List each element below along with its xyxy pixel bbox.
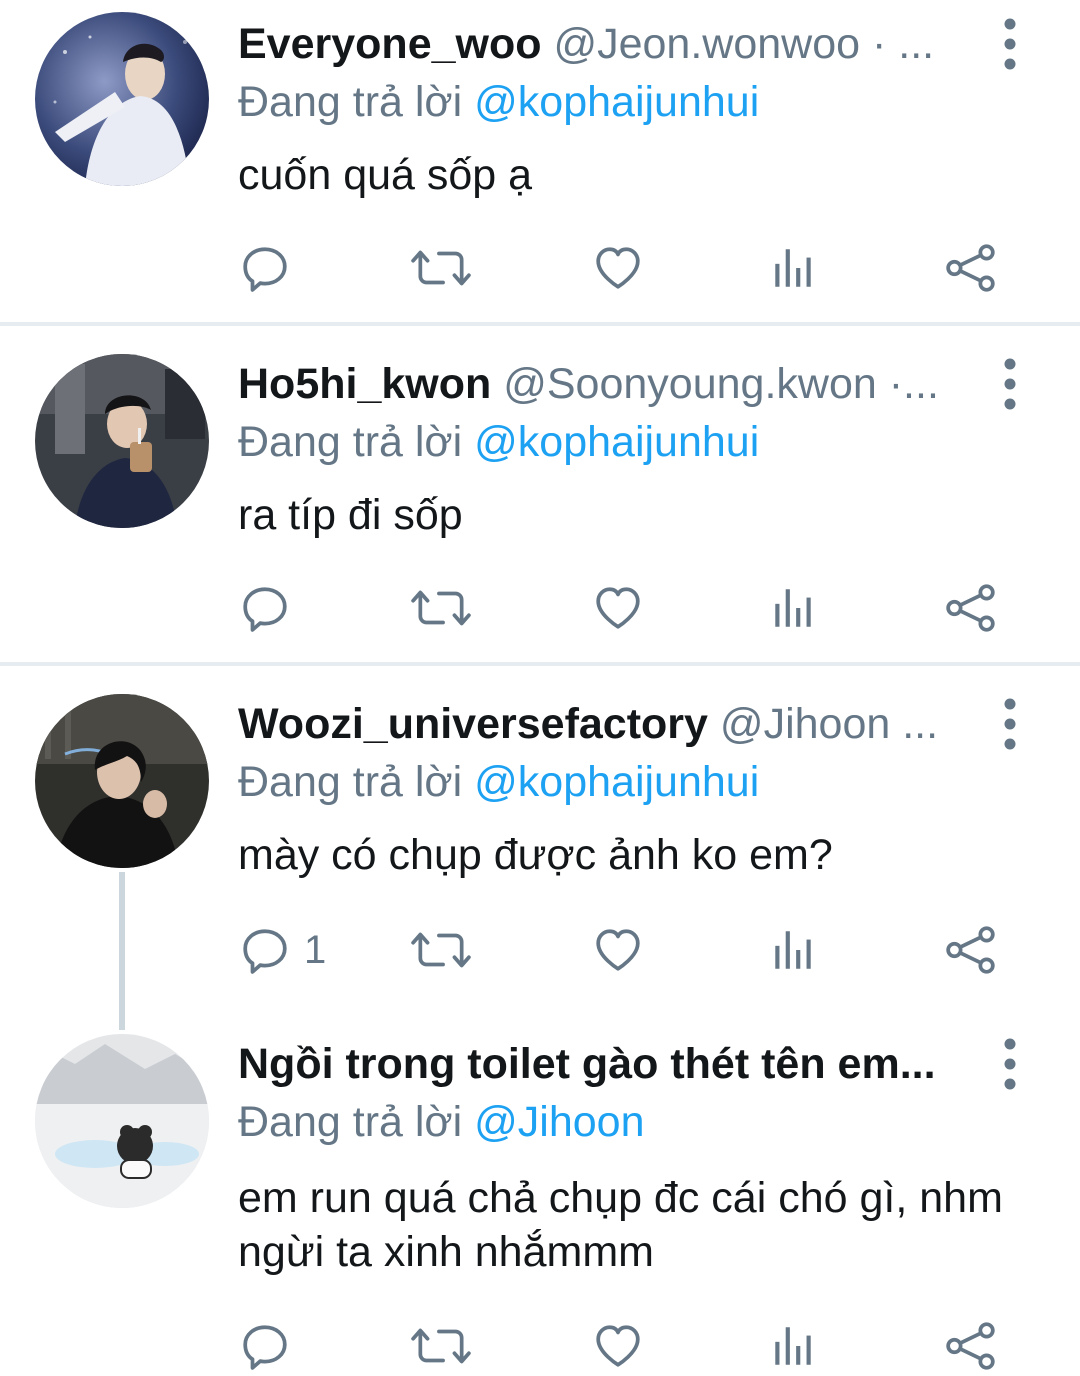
reply-button[interactable] xyxy=(240,1316,304,1376)
share-button[interactable] xyxy=(944,1316,998,1376)
more-vertical-icon xyxy=(995,14,1025,74)
share-button[interactable] xyxy=(944,578,998,638)
tweet[interactable]: Woozi_universefactory @Jihoon ... Đang t… xyxy=(0,666,1080,1006)
reply-icon xyxy=(240,583,290,633)
retweet-icon xyxy=(410,583,472,633)
avatar[interactable] xyxy=(35,694,209,868)
retweet-icon xyxy=(410,243,472,293)
replying-prefix: Đang trả lời xyxy=(238,418,463,466)
share-icon xyxy=(944,1321,998,1371)
replying-prefix: Đang trả lời xyxy=(238,1098,463,1146)
retweet-icon xyxy=(410,925,472,975)
retweet-button[interactable] xyxy=(410,578,472,638)
tweet-actions xyxy=(0,1316,1080,1376)
more-vertical-icon xyxy=(995,354,1025,414)
display-name[interactable]: Everyone_woo xyxy=(238,20,542,68)
tweet-header: Everyone_woo @Jeon.wonwoo · ... xyxy=(238,14,970,74)
display-name[interactable]: Ngồi trong toilet gào thét tên em... xyxy=(238,1040,936,1088)
mention-link[interactable]: @Jihoon xyxy=(474,1098,644,1146)
share-icon xyxy=(944,243,998,293)
replying-to: Đang trả lời @kophaijunhui xyxy=(238,414,759,470)
analytics-icon xyxy=(768,1321,818,1371)
replying-prefix: Đang trả lời xyxy=(238,78,463,126)
avatar-image xyxy=(35,12,209,186)
reply-button[interactable] xyxy=(240,578,304,638)
reply-button[interactable] xyxy=(240,238,304,298)
analytics-button[interactable] xyxy=(768,578,818,638)
tweet-text: em run quá chả chụp đc cái chó gì, nhm n… xyxy=(238,1174,1003,1276)
share-button[interactable] xyxy=(944,238,998,298)
reply-button[interactable]: 1 xyxy=(240,920,326,980)
analytics-button[interactable] xyxy=(768,920,818,980)
retweet-icon xyxy=(410,1321,472,1371)
tweet-actions xyxy=(0,238,1080,298)
user-handle[interactable]: @Soonyoung.kwon ·... xyxy=(503,360,939,408)
tweet-header: Woozi_universefactory @Jihoon ... xyxy=(238,694,970,754)
analytics-button[interactable] xyxy=(768,1316,818,1376)
tweet[interactable]: Everyone_woo @Jeon.wonwoo · ... Đang trả… xyxy=(0,0,1080,322)
tweet-header: Ho5hi_kwon @Soonyoung.kwon ·... xyxy=(238,354,970,414)
avatar[interactable] xyxy=(35,12,209,186)
replying-to: Đang trả lời @Jihoon xyxy=(238,1094,645,1150)
heart-icon xyxy=(593,583,643,633)
user-handle[interactable]: @Jeon.wonwoo · ... xyxy=(553,20,934,68)
reply-icon xyxy=(240,1321,290,1371)
user-handle[interactable]: @Jihoon ... xyxy=(720,700,938,748)
analytics-button[interactable] xyxy=(768,238,818,298)
share-icon xyxy=(944,583,998,633)
more-vertical-icon xyxy=(995,1034,1025,1094)
reply-icon xyxy=(240,243,290,293)
heart-icon xyxy=(593,243,643,293)
more-options-button[interactable] xyxy=(995,354,1025,414)
tweet-actions: 1 xyxy=(0,920,1080,980)
share-icon xyxy=(944,925,998,975)
heart-icon xyxy=(593,925,643,975)
avatar-image xyxy=(35,354,209,528)
like-button[interactable] xyxy=(593,1316,643,1376)
tweet-header: Ngồi trong toilet gào thét tên em... xyxy=(238,1034,970,1094)
avatar-image xyxy=(35,1034,209,1208)
tweet[interactable]: Ngồi trong toilet gào thét tên em... Đan… xyxy=(0,1006,1080,1376)
tweet-actions xyxy=(0,578,1080,638)
display-name[interactable]: Woozi_universefactory xyxy=(238,700,708,748)
more-options-button[interactable] xyxy=(995,14,1025,74)
reply-count: 1 xyxy=(304,927,327,972)
retweet-button[interactable] xyxy=(410,920,472,980)
heart-icon xyxy=(593,1321,643,1371)
retweet-button[interactable] xyxy=(410,1316,472,1376)
reply-icon xyxy=(240,925,290,975)
mention-link[interactable]: @kophaijunhui xyxy=(474,418,759,466)
replying-to: Đang trả lời @kophaijunhui xyxy=(238,754,759,810)
tweet-text: mày có chụp được ảnh ko em? xyxy=(238,831,833,879)
more-options-button[interactable] xyxy=(995,694,1025,754)
tweet[interactable]: Ho5hi_kwon @Soonyoung.kwon ·... Đang trả… xyxy=(0,326,1080,662)
more-vertical-icon xyxy=(995,694,1025,754)
retweet-button[interactable] xyxy=(410,238,472,298)
avatar[interactable] xyxy=(35,354,209,528)
like-button[interactable] xyxy=(593,578,643,638)
mention-link[interactable]: @kophaijunhui xyxy=(474,78,759,126)
analytics-icon xyxy=(768,925,818,975)
like-button[interactable] xyxy=(593,920,643,980)
tweet-text: cuốn quá sốp ạ xyxy=(238,151,533,199)
like-button[interactable] xyxy=(593,238,643,298)
analytics-icon xyxy=(768,243,818,293)
tweet-text: ra típ đi sốp xyxy=(238,491,463,539)
share-button[interactable] xyxy=(944,920,998,980)
replying-to: Đang trả lời @kophaijunhui xyxy=(238,74,759,130)
display-name[interactable]: Ho5hi_kwon xyxy=(238,360,491,408)
mention-link[interactable]: @kophaijunhui xyxy=(474,758,759,806)
avatar[interactable] xyxy=(35,1034,209,1208)
replying-prefix: Đang trả lời xyxy=(238,758,463,806)
analytics-icon xyxy=(768,583,818,633)
more-options-button[interactable] xyxy=(995,1034,1025,1094)
avatar-image xyxy=(35,694,209,868)
